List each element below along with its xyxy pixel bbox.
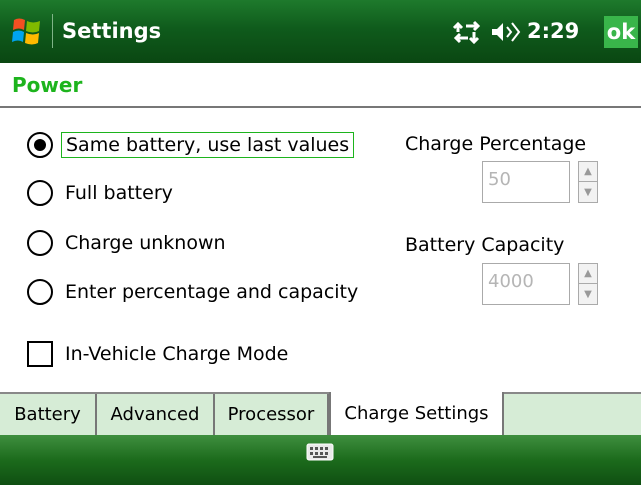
keyboard-icon[interactable] — [306, 443, 334, 461]
charge-percentage-spinner[interactable]: ▲ ▼ — [578, 161, 598, 203]
in-vehicle-charge-checkbox[interactable] — [27, 341, 53, 367]
battery-capacity-spinner[interactable]: ▲ ▼ — [578, 263, 598, 305]
title-bar: Settings 2:29 ok — [0, 0, 641, 63]
tab-battery[interactable]: Battery — [0, 394, 97, 435]
battery-capacity-input[interactable]: 4000 — [482, 263, 570, 305]
radio-enter-percentage[interactable]: Enter percentage and capacity — [27, 275, 362, 309]
radio-charge-unknown[interactable]: Charge unknown — [27, 226, 230, 260]
spin-up-icon[interactable]: ▲ — [579, 162, 597, 182]
ok-button[interactable]: ok — [604, 16, 638, 48]
windows-start-icon[interactable] — [10, 14, 44, 48]
tab-charge-settings[interactable]: Charge Settings — [329, 392, 504, 435]
tab-strip: Battery Advanced Processor Charge Settin… — [0, 392, 641, 435]
spin-down-icon[interactable]: ▼ — [579, 284, 597, 304]
checkbox-label: In-Vehicle Charge Mode — [65, 343, 289, 365]
spin-up-icon[interactable]: ▲ — [579, 264, 597, 284]
radio-button[interactable] — [27, 180, 53, 206]
radio-button[interactable] — [27, 132, 53, 158]
radio-button[interactable] — [27, 230, 53, 256]
spin-down-icon[interactable]: ▼ — [579, 182, 597, 202]
window-title: Settings — [62, 19, 162, 43]
radio-label: Charge unknown — [65, 232, 226, 254]
radio-label: Enter percentage and capacity — [65, 281, 359, 303]
bottom-bar — [0, 435, 641, 485]
radio-selected-dot — [34, 139, 46, 151]
charge-percentage-input[interactable]: 50 — [482, 161, 570, 203]
title-separator — [52, 14, 53, 48]
radio-label: Same battery, use last values — [61, 132, 355, 158]
tab-processor[interactable]: Processor — [215, 394, 329, 435]
in-vehicle-charge-checkbox-row[interactable]: In-Vehicle Charge Mode — [27, 341, 288, 367]
volume-icon[interactable] — [490, 20, 522, 44]
tab-advanced[interactable]: Advanced — [97, 394, 215, 435]
radio-full-battery[interactable]: Full battery — [27, 176, 177, 210]
charge-percentage-label: Charge Percentage — [405, 133, 587, 155]
section-divider — [0, 106, 641, 108]
clock[interactable]: 2:29 — [527, 19, 579, 43]
connectivity-icon[interactable] — [452, 20, 482, 44]
radio-label: Full battery — [65, 182, 173, 204]
battery-capacity-label: Battery Capacity — [405, 234, 565, 256]
section-title: Power — [12, 73, 83, 97]
radio-button[interactable] — [27, 279, 53, 305]
radio-same-battery[interactable]: Same battery, use last values — [27, 128, 355, 162]
